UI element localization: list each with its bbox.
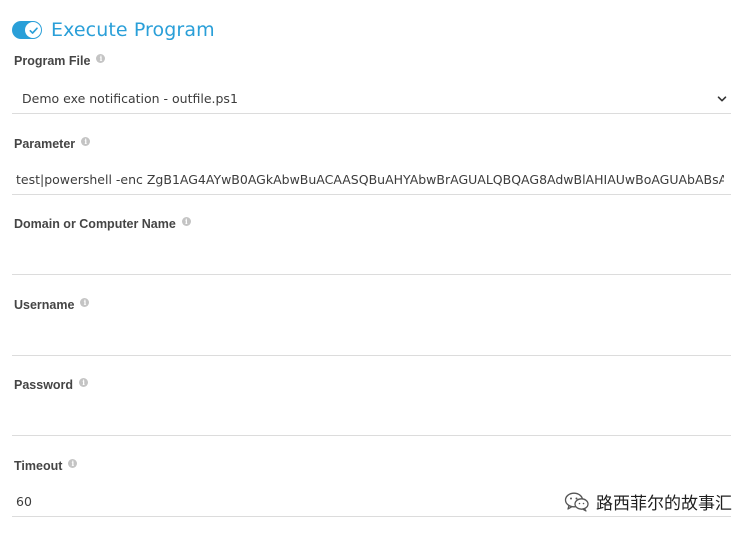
username-label: Username	[14, 298, 75, 312]
domain-input[interactable]	[12, 243, 731, 275]
program-file-label: Program File	[14, 54, 91, 68]
chevron-down-icon	[717, 96, 727, 102]
info-icon[interactable]: i	[79, 377, 89, 387]
password-input[interactable]	[12, 404, 731, 436]
info-icon[interactable]: i	[181, 216, 191, 226]
username-input[interactable]	[12, 324, 731, 356]
watermark-text: 路西菲尔的故事汇	[596, 494, 732, 514]
password-label: Password	[14, 378, 74, 392]
enable-toggle[interactable]	[12, 21, 42, 39]
parameter-label: Parameter	[14, 137, 76, 151]
program-file-value: Demo exe notification - outfile.ps1	[22, 91, 238, 106]
section-title: Execute Program	[51, 19, 215, 41]
wechat-icon	[564, 492, 589, 512]
watermark: 路西菲尔的故事汇	[564, 489, 732, 514]
program-file-select[interactable]: Demo exe notification - outfile.ps1	[12, 82, 731, 114]
info-icon[interactable]: i	[68, 458, 78, 468]
toggle-knob	[25, 22, 41, 38]
info-icon[interactable]: i	[81, 136, 91, 146]
info-icon[interactable]: i	[80, 297, 90, 307]
section-header: Execute Program	[12, 15, 215, 45]
info-icon[interactable]: i	[96, 53, 106, 63]
parameter-input[interactable]: test|powershell -enc ZgB1AG4AYwB0AGkAbwB…	[12, 163, 731, 195]
domain-label: Domain or Computer Name	[14, 217, 176, 231]
timeout-label: Timeout	[14, 459, 63, 473]
parameter-value: test|powershell -enc ZgB1AG4AYwB0AGkAbwB…	[16, 172, 724, 187]
check-icon	[28, 26, 38, 34]
